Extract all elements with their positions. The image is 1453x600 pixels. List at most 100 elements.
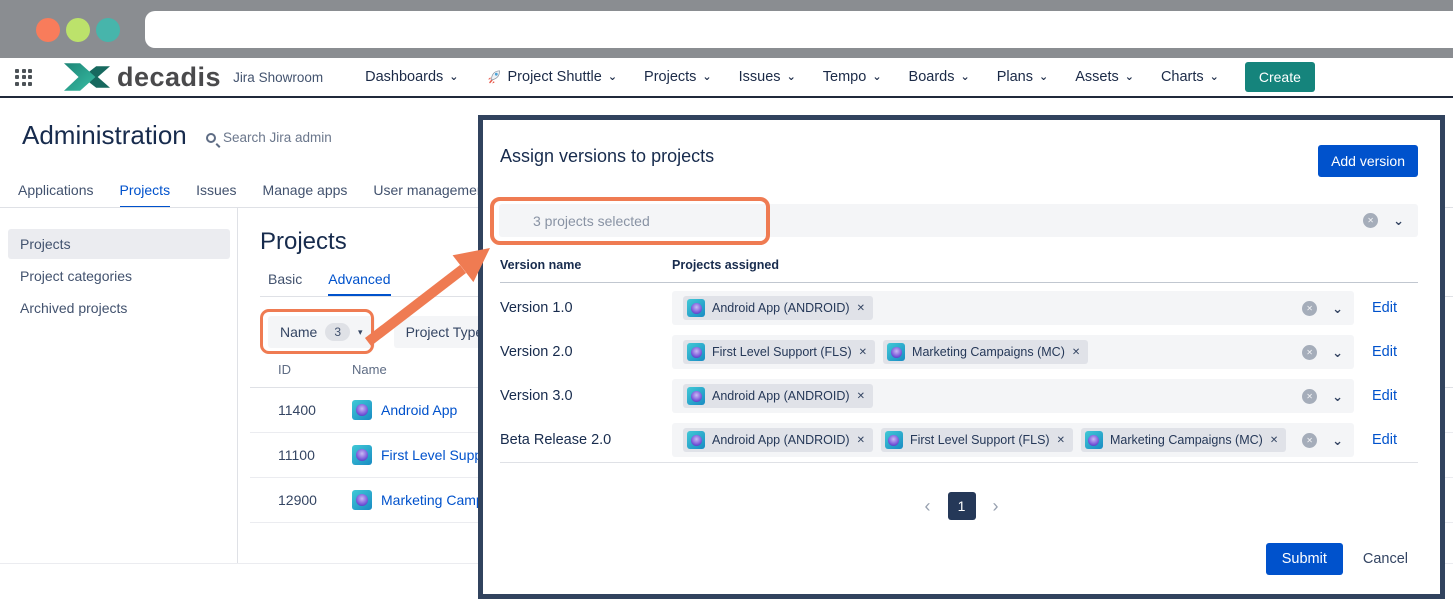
edit-link[interactable]: Edit: [1372, 388, 1418, 404]
sidebar-item-project-categories[interactable]: Project categories: [8, 261, 230, 291]
chevron-down-icon[interactable]: ⌄: [1393, 214, 1404, 227]
project-avatar-icon: [352, 490, 372, 510]
tab-applications[interactable]: Applications: [18, 182, 94, 208]
remove-icon[interactable]: ✕: [1270, 435, 1278, 446]
subtab-basic[interactable]: Basic: [268, 271, 302, 296]
chevron-down-icon: ⌄: [1039, 72, 1048, 83]
project-avatar-icon: [687, 387, 705, 405]
create-button[interactable]: Create: [1245, 62, 1315, 92]
nav-item-project-shuttle[interactable]: Project Shuttle ⌄: [486, 69, 618, 85]
nav-item-assets[interactable]: Assets ⌄: [1075, 69, 1134, 85]
tab-projects[interactable]: Projects: [120, 182, 171, 208]
col-header-id: ID: [278, 362, 352, 377]
project-tag-label: Android App (ANDROID): [712, 389, 850, 403]
projects-section-title: Projects: [260, 228, 347, 256]
remove-icon[interactable]: ✕: [857, 303, 865, 314]
nav-item-label: Boards: [909, 69, 955, 85]
nav-item-label: Assets: [1075, 69, 1119, 85]
chevron-down-icon: ⌄: [1210, 72, 1219, 83]
project-avatar-icon: [885, 431, 903, 449]
version-name: Version 3.0: [500, 388, 672, 404]
nav-item-boards[interactable]: Boards ⌄: [909, 69, 970, 85]
rocket-icon: [486, 69, 502, 85]
admin-tabs: Applications Projects Issues Manage apps…: [18, 182, 489, 208]
sidebar: Projects Project categories Archived pro…: [8, 229, 230, 325]
previous-page-icon[interactable]: ‹: [925, 497, 931, 515]
modal-footer: Submit Cancel: [1266, 543, 1408, 575]
nav-item-plans[interactable]: Plans ⌄: [997, 69, 1049, 85]
clear-icon[interactable]: ✕: [1302, 345, 1317, 360]
nav-item-charts[interactable]: Charts ⌄: [1161, 69, 1219, 85]
nav-menu: Dashboards ⌄ Project Shuttle ⌄ Projects …: [365, 69, 1219, 85]
project-tag-label: Android App (ANDROID): [712, 301, 850, 315]
page-title: Administration: [22, 120, 187, 151]
project-avatar-icon: [352, 400, 372, 420]
nav-item-dashboards[interactable]: Dashboards ⌄: [365, 69, 458, 85]
nav-item-projects[interactable]: Projects ⌄: [644, 69, 712, 85]
submit-button[interactable]: Submit: [1266, 543, 1343, 575]
remove-icon[interactable]: ✕: [1057, 435, 1065, 446]
sidebar-item-archived-projects[interactable]: Archived projects: [8, 293, 230, 323]
clear-icon[interactable]: ✕: [1302, 301, 1317, 316]
address-bar[interactable]: [145, 11, 1453, 48]
project-tag: Android App (ANDROID) ✕: [683, 428, 873, 452]
nav-item-label: Charts: [1161, 69, 1204, 85]
window-minimize-icon[interactable]: [66, 18, 90, 42]
browser-chrome: [0, 0, 1453, 58]
select-controls: ✕ ⌄: [1363, 213, 1404, 228]
chevron-down-icon: ⌄: [608, 72, 617, 83]
admin-search[interactable]: Search Jira admin: [206, 130, 332, 145]
project-tag: Marketing Campaigns (MC) ✕: [1081, 428, 1286, 452]
version-row: Version 1.0 Android App (ANDROID) ✕ ✕ ⌄ …: [500, 286, 1418, 330]
edit-link[interactable]: Edit: [1372, 432, 1418, 448]
app-switcher-icon[interactable]: [15, 69, 32, 86]
next-page-icon[interactable]: ›: [993, 497, 999, 515]
nav-item-label: Issues: [739, 69, 781, 85]
window-close-icon[interactable]: [36, 18, 60, 42]
assign-versions-modal: Assign versions to projects Add version …: [478, 115, 1445, 599]
remove-icon[interactable]: ✕: [859, 347, 867, 358]
annotation-arrow: [352, 226, 502, 356]
pagination: ‹ 1 ›: [483, 492, 1440, 520]
decadis-logo[interactable]: decadis: [64, 61, 221, 93]
clear-icon[interactable]: ✕: [1302, 433, 1317, 448]
remove-icon[interactable]: ✕: [857, 435, 865, 446]
logo-wordmark: decadis: [117, 62, 221, 93]
clear-icon[interactable]: ✕: [1363, 213, 1378, 228]
project-avatar-icon: [687, 343, 705, 361]
project-link[interactable]: First Level Support: [352, 445, 499, 465]
sidebar-divider: [237, 208, 238, 563]
edit-link[interactable]: Edit: [1372, 344, 1418, 360]
window-maximize-icon[interactable]: [96, 18, 120, 42]
edit-link[interactable]: Edit: [1372, 300, 1418, 316]
tab-user-management[interactable]: User management: [373, 182, 488, 208]
sidebar-item-projects[interactable]: Projects: [8, 229, 230, 259]
nav-item-tempo[interactable]: Tempo ⌄: [823, 69, 882, 85]
nav-item-label: Dashboards: [365, 69, 443, 85]
select-controls: ✕ ⌄: [1302, 433, 1343, 448]
assigned-projects-select[interactable]: Android App (ANDROID) ✕ ✕ ⌄: [672, 291, 1354, 325]
tab-issues[interactable]: Issues: [196, 182, 236, 208]
project-avatar-icon: [687, 299, 705, 317]
project-avatar-icon: [352, 445, 372, 465]
cancel-button[interactable]: Cancel: [1363, 551, 1408, 567]
modal-title: Assign versions to projects: [500, 146, 714, 167]
current-page-button[interactable]: 1: [948, 492, 976, 520]
assigned-projects-select[interactable]: Android App (ANDROID) ✕ ✕ ⌄: [672, 379, 1354, 413]
app-navbar: decadis Jira Showroom Dashboards ⌄ Proje…: [0, 58, 1453, 98]
nav-item-issues[interactable]: Issues ⌄: [739, 69, 796, 85]
remove-icon[interactable]: ✕: [1072, 347, 1080, 358]
project-link[interactable]: Android App: [352, 400, 457, 420]
nav-item-label: Projects: [644, 69, 696, 85]
remove-icon[interactable]: ✕: [857, 391, 865, 402]
assigned-projects-select[interactable]: Android App (ANDROID) ✕ First Level Supp…: [672, 423, 1354, 457]
assigned-projects-select[interactable]: First Level Support (FLS) ✕ Marketing Ca…: [672, 335, 1354, 369]
chevron-down-icon[interactable]: ⌄: [1332, 302, 1343, 315]
chevron-down-icon[interactable]: ⌄: [1332, 390, 1343, 403]
clear-icon[interactable]: ✕: [1302, 389, 1317, 404]
chevron-down-icon[interactable]: ⌄: [1332, 434, 1343, 447]
chevron-down-icon[interactable]: ⌄: [1332, 346, 1343, 359]
tab-manage-apps[interactable]: Manage apps: [263, 182, 348, 208]
add-version-button[interactable]: Add version: [1318, 145, 1418, 177]
chevron-down-icon: ⌄: [702, 72, 711, 83]
